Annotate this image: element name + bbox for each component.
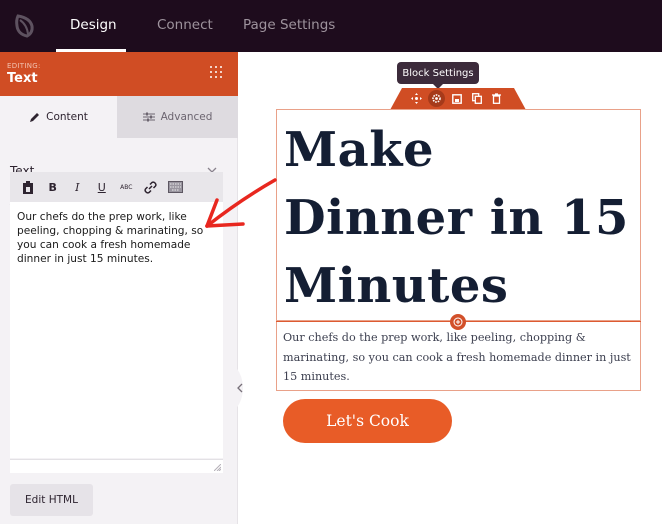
sliders-icon: [142, 112, 155, 122]
plus-circle-icon: [453, 317, 463, 327]
tab-advanced[interactable]: Advanced: [117, 96, 238, 138]
heading-line: Dinner in 15: [284, 190, 629, 246]
strikethrough-icon[interactable]: ABC: [114, 172, 139, 202]
drag-grip-icon[interactable]: [210, 66, 226, 82]
page-heading[interactable]: Make Dinner in 15 Minutes: [284, 116, 629, 320]
editor-status-bar: [10, 459, 223, 473]
underline-icon[interactable]: U: [90, 172, 115, 202]
resize-handle-icon[interactable]: [214, 464, 221, 471]
trash-icon[interactable]: [488, 90, 505, 107]
edit-html-button[interactable]: Edit HTML: [10, 484, 93, 516]
collapse-panel-handle[interactable]: [233, 364, 247, 412]
lets-cook-button[interactable]: Let's Cook: [283, 399, 452, 443]
tab-page-settings[interactable]: Page Settings: [243, 0, 335, 52]
tab-content-label: Content: [46, 111, 88, 123]
heading-line: Minutes: [284, 258, 509, 314]
tab-advanced-label: Advanced: [160, 111, 213, 123]
italic-icon[interactable]: I: [65, 172, 90, 202]
tab-content[interactable]: Content: [0, 96, 117, 138]
editing-title: Text: [7, 71, 38, 86]
heading-line: Make: [284, 122, 435, 178]
block-tools: [408, 90, 505, 108]
keyboard-icon[interactable]: [163, 172, 188, 202]
text-block-content[interactable]: Our chefs do the prep work, like peeling…: [283, 328, 633, 387]
editing-header: EDITING: Text: [0, 52, 238, 96]
top-navigation-bar: Design Connect Page Settings: [0, 0, 662, 52]
add-block-button[interactable]: [450, 314, 466, 330]
pencil-icon: [30, 112, 40, 122]
duplicate-icon[interactable]: [468, 90, 485, 107]
bold-icon[interactable]: B: [41, 172, 66, 202]
tab-connect[interactable]: Connect: [157, 0, 213, 52]
text-editor-input[interactable]: Our chefs do the prep work, like peeling…: [10, 202, 223, 458]
gear-icon[interactable]: [428, 90, 445, 107]
link-icon[interactable]: [139, 172, 164, 202]
save-icon[interactable]: [448, 90, 465, 107]
leaf-logo-icon[interactable]: [10, 10, 40, 40]
rich-text-toolbar: B I U ABC: [10, 172, 223, 202]
block-settings-tooltip: Block Settings: [397, 62, 479, 84]
paste-icon[interactable]: [16, 172, 41, 202]
tab-design[interactable]: Design: [70, 0, 117, 52]
editing-label: EDITING:: [7, 62, 41, 70]
move-icon[interactable]: [408, 90, 425, 107]
